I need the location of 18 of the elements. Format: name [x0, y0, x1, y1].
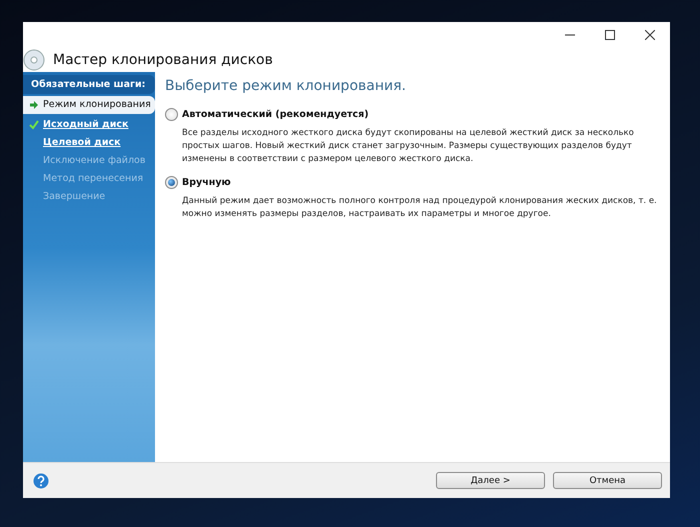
option-description: Все разделы исходного жесткого диска будут скопированы на целевой жесткий диск за несколько простых шагов. Новый жесткий диск станет загрузочным. Размеры существующих разделов будут изменены в соответствии с размером целевого жесткого диска. [182, 127, 635, 166]
step-item: Завершение [42, 190, 106, 204]
option-label[interactable]: Автоматический (рекомендуется) [182, 109, 369, 120]
step-item[interactable]: Исходный диск [23, 116, 155, 134]
step-item[interactable]: Режим клонирования [23, 96, 155, 114]
wizard-button[interactable]: Отмена [553, 472, 662, 489]
window-title: Мастер клонирования дисков [53, 52, 273, 68]
step-item: Метод перенесения [42, 172, 144, 186]
wizard-button[interactable]: Далее > [436, 472, 545, 489]
help-icon[interactable] [33, 472, 49, 488]
step-item[interactable]: Целевой диск [23, 134, 155, 152]
option-description: Данный режим дает возможность полного контроля над процедурой клонирования жеских дисков, т. е. можно изменять размеры разделов, настраивать их параметры и многое другое. [182, 195, 658, 221]
step-item: Исключение файлов [42, 154, 146, 168]
option-label[interactable]: Вручную [182, 177, 231, 188]
radio-button[interactable] [165, 176, 178, 189]
page-heading: Выберите режим клонирования. [165, 78, 407, 94]
sidebar-heading: Обязательные шаги: [23, 75, 155, 94]
radio-button[interactable] [165, 108, 178, 121]
